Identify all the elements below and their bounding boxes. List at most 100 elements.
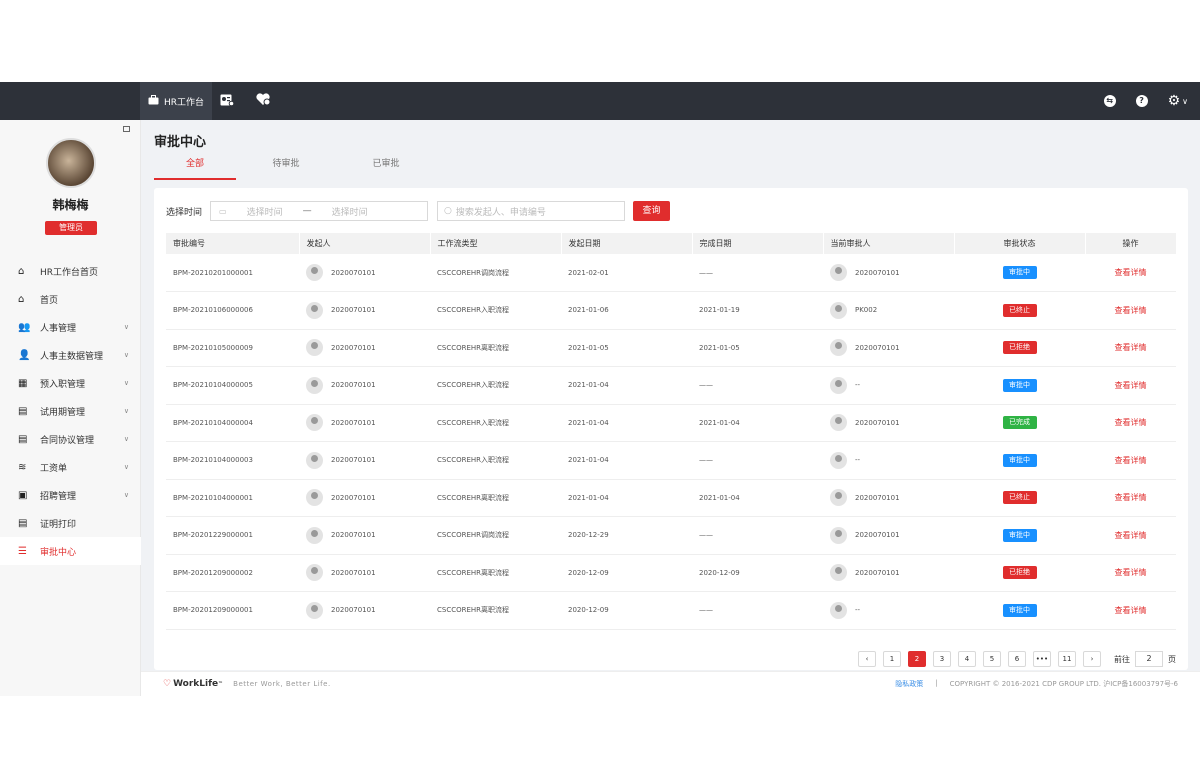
chevron-down-icon: ∨	[123, 435, 129, 443]
view-details-link[interactable]: 查看详情	[1115, 456, 1147, 465]
cell-action: 查看详情	[1085, 291, 1176, 330]
approver-id: 2020070101	[855, 418, 900, 427]
status-badge: 审批中	[1002, 266, 1037, 279]
avatar	[830, 451, 847, 469]
avatar	[306, 339, 323, 357]
end-date-input[interactable]: 选择时间	[332, 205, 368, 218]
main-content: 审批中心 全部 待审批 已审批 选择时间 ▭ 选择时间 — 选择时间 ○ 搜索发…	[141, 120, 1200, 696]
sidebar-item-payroll[interactable]: ≋ 工资单 ∨	[0, 453, 141, 481]
page-button[interactable]: 3	[933, 651, 951, 667]
sidebar-item-personnel[interactable]: 👥 人事管理 ∨	[0, 313, 141, 341]
top-bar: HR工作台 ⇆ ? ⚙ ∨	[0, 82, 1200, 120]
cell-status: 已完成	[954, 404, 1085, 442]
list-icon: ☰	[18, 545, 27, 557]
cell-action: 查看详情	[1085, 366, 1176, 405]
view-details-link[interactable]: 查看详情	[1115, 268, 1147, 277]
view-details-link[interactable]: 查看详情	[1115, 381, 1147, 390]
page-button[interactable]: 5	[983, 651, 1001, 667]
avatar	[306, 301, 323, 319]
view-details-link[interactable]: 查看详情	[1115, 568, 1147, 577]
help-icon[interactable]: ?	[1135, 95, 1148, 107]
calendar-icon: ▭	[219, 206, 227, 216]
cell-status: 审批中	[954, 516, 1085, 555]
view-details-link[interactable]: 查看详情	[1115, 493, 1147, 502]
gear-icon[interactable]: ⚙ ∨	[1168, 93, 1188, 109]
cell-start-date: 2021-01-04	[561, 404, 692, 442]
sidebar-item-master-data[interactable]: 👤 人事主数据管理 ∨	[0, 341, 141, 369]
cell-approval-id: BPM-20201209000001	[166, 591, 299, 630]
sidebar-item-label: 试用期管理	[40, 407, 86, 418]
page-button[interactable]: 4	[958, 651, 976, 667]
view-details-link[interactable]: 查看详情	[1115, 306, 1147, 315]
page-ellipsis-button[interactable]: •••	[1033, 651, 1051, 667]
page-button[interactable]: 1	[883, 651, 901, 667]
header-end-date: 完成日期	[692, 233, 824, 254]
message-icon[interactable]: ⇆	[1103, 95, 1116, 107]
cell-approver: --	[823, 366, 954, 405]
prev-page-button[interactable]: ‹	[858, 651, 876, 667]
cell-approver: 2020070101	[823, 254, 954, 292]
approver-id: PK002	[855, 306, 878, 315]
sidebar-item-certificate-print[interactable]: ▤ 证明打印	[0, 509, 141, 537]
page-button-current[interactable]: 2	[908, 651, 926, 667]
collapse-sidebar-icon[interactable]	[123, 126, 130, 132]
cell-approver: 2020070101	[823, 404, 954, 442]
date-range-picker[interactable]: ▭ 选择时间 — 选择时间	[210, 201, 429, 221]
start-date-input[interactable]: 选择时间	[247, 205, 283, 218]
nav-hr-workbench[interactable]: HR工作台	[140, 82, 213, 120]
cell-workflow-type: CSCCOREHR入职流程	[430, 404, 561, 442]
sidebar-item-label: 首页	[40, 295, 59, 306]
cell-workflow-type: CSCCOREHR调岗流程	[430, 254, 561, 292]
nav-employee-card[interactable]	[212, 82, 247, 120]
query-button[interactable]: 查询	[633, 201, 671, 221]
header-action: 操作	[1085, 233, 1177, 254]
cell-initiator: 2020070101	[299, 291, 430, 330]
cell-start-date: 2021-01-04	[561, 479, 692, 517]
cell-end-date: 2021-01-19	[692, 291, 823, 330]
avatar	[306, 451, 323, 469]
cell-approval-id: BPM-20210104000004	[166, 404, 299, 442]
cell-end-date: ——	[692, 591, 823, 630]
home-icon: ⌂	[18, 265, 25, 277]
cell-initiator: 2020070101	[299, 591, 430, 630]
sidebar-item-label: 证明打印	[40, 519, 77, 530]
sidebar-item-approval-center[interactable]: ☰ 审批中心	[0, 537, 141, 565]
page-button[interactable]: 6	[1008, 651, 1026, 667]
approver-id: --	[855, 381, 861, 390]
cell-approval-id: BPM-20210104000001	[166, 479, 299, 517]
sidebar-item-recruitment[interactable]: ▣ 招聘管理 ∨	[0, 481, 141, 509]
nav-care[interactable]	[247, 82, 284, 120]
tab-all[interactable]: 全部	[154, 156, 236, 180]
goto-page-input[interactable]: 2	[1135, 651, 1163, 667]
sidebar-item-probation[interactable]: ▤ 试用期管理 ∨	[0, 397, 141, 425]
tab-pending[interactable]: 待审批	[236, 156, 336, 180]
cell-approver: --	[823, 441, 954, 480]
privacy-link[interactable]: 隐私政策	[895, 679, 923, 689]
view-details-link[interactable]: 查看详情	[1115, 418, 1147, 427]
view-details-link[interactable]: 查看详情	[1115, 606, 1147, 615]
cell-end-date: 2021-01-05	[692, 329, 823, 367]
sidebar-item-home[interactable]: ⌂ 首页	[0, 285, 141, 313]
table-row: BPM-20201209000001 2020070101 CSCCOREHR离职流…	[166, 591, 1176, 630]
page-button[interactable]: 11	[1058, 651, 1076, 667]
cell-end-date: ——	[692, 366, 823, 405]
contract-icon: ▤	[18, 433, 28, 445]
sidebar-item-contracts[interactable]: ▤ 合同协议管理 ∨	[0, 425, 141, 453]
cell-approver: 2020070101	[823, 516, 954, 555]
initiator: 2020070101	[306, 489, 430, 507]
approver: 2020070101	[830, 489, 954, 507]
next-page-button[interactable]: ›	[1083, 651, 1101, 667]
avatar	[830, 601, 847, 619]
table-row: BPM-20210104000001 2020070101 CSCCOREHR离职流…	[166, 479, 1176, 517]
search-input[interactable]: ○ 搜索发起人、申请编号	[437, 201, 626, 221]
cell-action: 查看详情	[1085, 329, 1176, 367]
app-window: HR工作台 ⇆ ? ⚙ ∨ 韩梅梅 管理员 ⌂ HR工作台首页 ⌂ 首页 👥 人…	[0, 82, 1200, 696]
sidebar-item-hr-home[interactable]: ⌂ HR工作台首页	[0, 257, 141, 285]
cell-start-date: 2021-01-04	[561, 441, 692, 480]
sidebar-item-pre-onboarding[interactable]: ▦ 预入职管理 ∨	[0, 369, 141, 397]
view-details-link[interactable]: 查看详情	[1115, 531, 1147, 540]
initiator-id: 2020070101	[331, 568, 376, 577]
view-details-link[interactable]: 查看详情	[1115, 343, 1147, 352]
tab-approved[interactable]: 已审批	[336, 156, 436, 180]
user-avatar[interactable]	[46, 138, 96, 188]
